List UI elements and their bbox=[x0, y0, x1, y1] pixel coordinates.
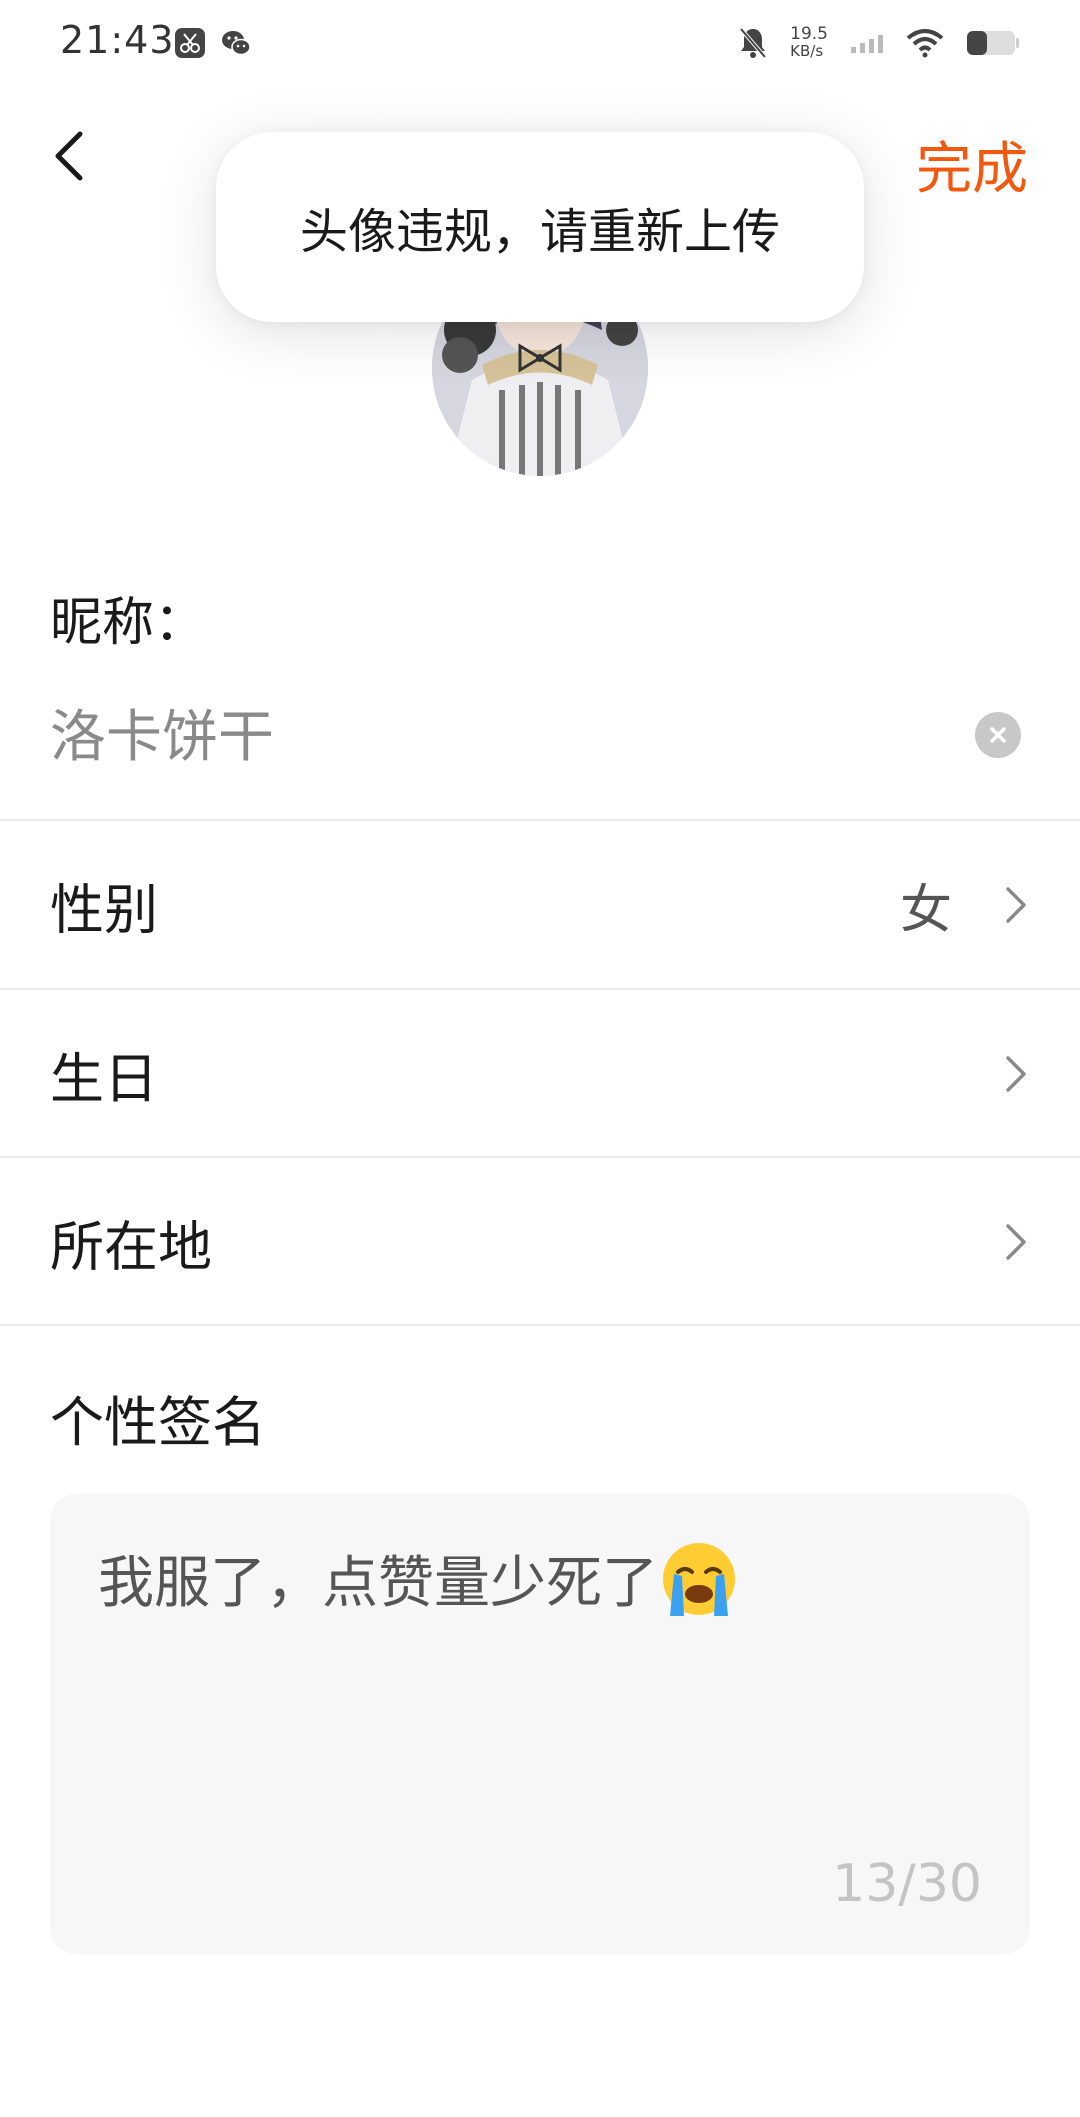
signature-text-wrap: 我服了，点赞量少死了 bbox=[98, 1538, 738, 1619]
gender-label: 性别 bbox=[50, 878, 158, 942]
net-speed: 19.5 KB/s bbox=[790, 26, 828, 60]
status-indicators: 19.5 KB/s bbox=[738, 22, 1020, 64]
birthday-row[interactable]: 生日 bbox=[0, 991, 1080, 1157]
scissors-app-icon bbox=[175, 28, 205, 58]
birthday-label: 生日 bbox=[50, 1047, 158, 1111]
gender-value: 女 bbox=[899, 880, 952, 941]
signature-textarea[interactable]: 我服了，点赞量少死了 13/30 bbox=[50, 1494, 1030, 1954]
chevron-right-icon bbox=[1006, 1224, 1026, 1260]
location-row[interactable]: 所在地 bbox=[0, 1159, 1080, 1325]
mute-bell-icon bbox=[739, 27, 767, 59]
toast-message: 头像违规，请重新上传 bbox=[216, 132, 864, 322]
signature-text: 我服了，点赞量少死了 bbox=[98, 1551, 658, 1616]
clear-icon[interactable] bbox=[975, 712, 1021, 758]
status-time: 21:43 bbox=[60, 18, 175, 62]
chevron-right-icon bbox=[1006, 1056, 1026, 1092]
loudly-crying-face-icon bbox=[663, 1542, 735, 1616]
net-speed-value: 19.5 bbox=[790, 24, 828, 44]
wifi-icon bbox=[906, 29, 944, 58]
nickname-input[interactable] bbox=[50, 700, 950, 765]
done-button[interactable]: 完成 bbox=[916, 124, 1028, 205]
back-arrow-icon[interactable] bbox=[44, 126, 104, 186]
signal-icon bbox=[851, 35, 883, 53]
divider bbox=[0, 1324, 1080, 1326]
wechat-icon bbox=[222, 31, 251, 56]
status-bar: 21:43 19.5 KB/s bbox=[0, 0, 1080, 86]
chevron-right-icon bbox=[1006, 887, 1026, 923]
battery-icon bbox=[967, 31, 1019, 55]
nickname-label: 昵称： bbox=[50, 593, 207, 653]
signature-label: 个性签名 bbox=[50, 1391, 266, 1454]
location-label: 所在地 bbox=[50, 1215, 212, 1279]
gender-row[interactable]: 性别 女 bbox=[0, 822, 1080, 988]
divider bbox=[0, 988, 1080, 990]
divider bbox=[0, 819, 1080, 821]
divider bbox=[0, 1156, 1080, 1158]
signature-char-count: 13/30 bbox=[832, 1854, 982, 1914]
net-speed-unit: KB/s bbox=[790, 42, 824, 60]
